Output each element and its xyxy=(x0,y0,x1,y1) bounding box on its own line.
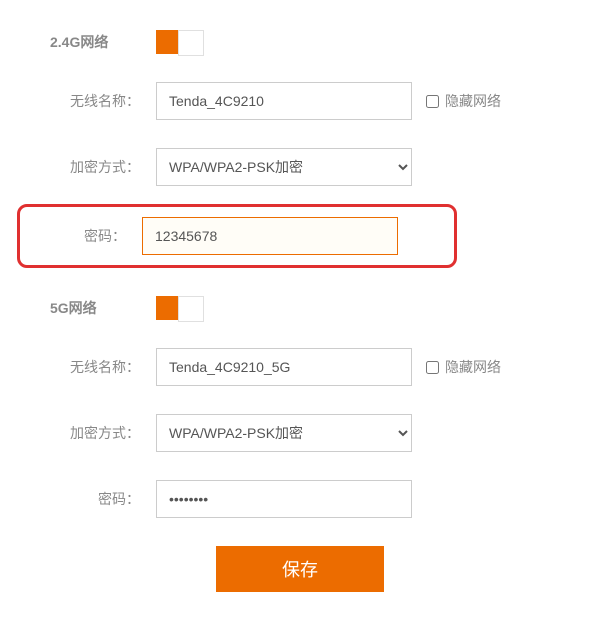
hide-5g-group: 隐藏网络 xyxy=(426,357,501,377)
row-5g-password: 密码： xyxy=(20,480,580,518)
input-5g-password[interactable] xyxy=(156,480,412,518)
row-24g-enc: 加密方式： WPA/WPA2-PSK加密 xyxy=(20,148,580,186)
row-24g-password-highlight: 密码： xyxy=(17,204,457,268)
toggle-5g[interactable] xyxy=(156,296,204,320)
label-5g-password: 密码： xyxy=(50,489,156,509)
save-button[interactable]: 保存 xyxy=(216,546,384,592)
select-5g-enc[interactable]: WPA/WPA2-PSK加密 xyxy=(156,414,412,452)
toggle-24g[interactable] xyxy=(156,30,204,54)
section-5g-header: 5G网络 xyxy=(20,296,580,320)
hide-24g-group: 隐藏网络 xyxy=(426,91,501,111)
row-24g-ssid: 无线名称： 隐藏网络 xyxy=(20,82,580,120)
label-24g-ssid: 无线名称： xyxy=(50,91,156,111)
input-24g-ssid[interactable] xyxy=(156,82,412,120)
section-24g-title: 2.4G网络 xyxy=(50,32,156,52)
label-5g-hide: 隐藏网络 xyxy=(445,357,501,377)
input-5g-ssid[interactable] xyxy=(156,348,412,386)
input-24g-password[interactable] xyxy=(142,217,398,255)
label-24g-enc: 加密方式： xyxy=(50,157,156,177)
save-row: 保存 xyxy=(20,546,580,592)
checkbox-24g-hide[interactable] xyxy=(426,95,439,108)
label-5g-ssid: 无线名称： xyxy=(50,357,156,377)
section-5g-title: 5G网络 xyxy=(50,298,156,318)
checkbox-5g-hide[interactable] xyxy=(426,361,439,374)
label-24g-password: 密码： xyxy=(50,226,142,246)
row-5g-ssid: 无线名称： 隐藏网络 xyxy=(20,348,580,386)
label-24g-hide: 隐藏网络 xyxy=(445,91,501,111)
select-24g-enc[interactable]: WPA/WPA2-PSK加密 xyxy=(156,148,412,186)
row-5g-enc: 加密方式： WPA/WPA2-PSK加密 xyxy=(20,414,580,452)
section-24g-header: 2.4G网络 xyxy=(20,30,580,54)
label-5g-enc: 加密方式： xyxy=(50,423,156,443)
